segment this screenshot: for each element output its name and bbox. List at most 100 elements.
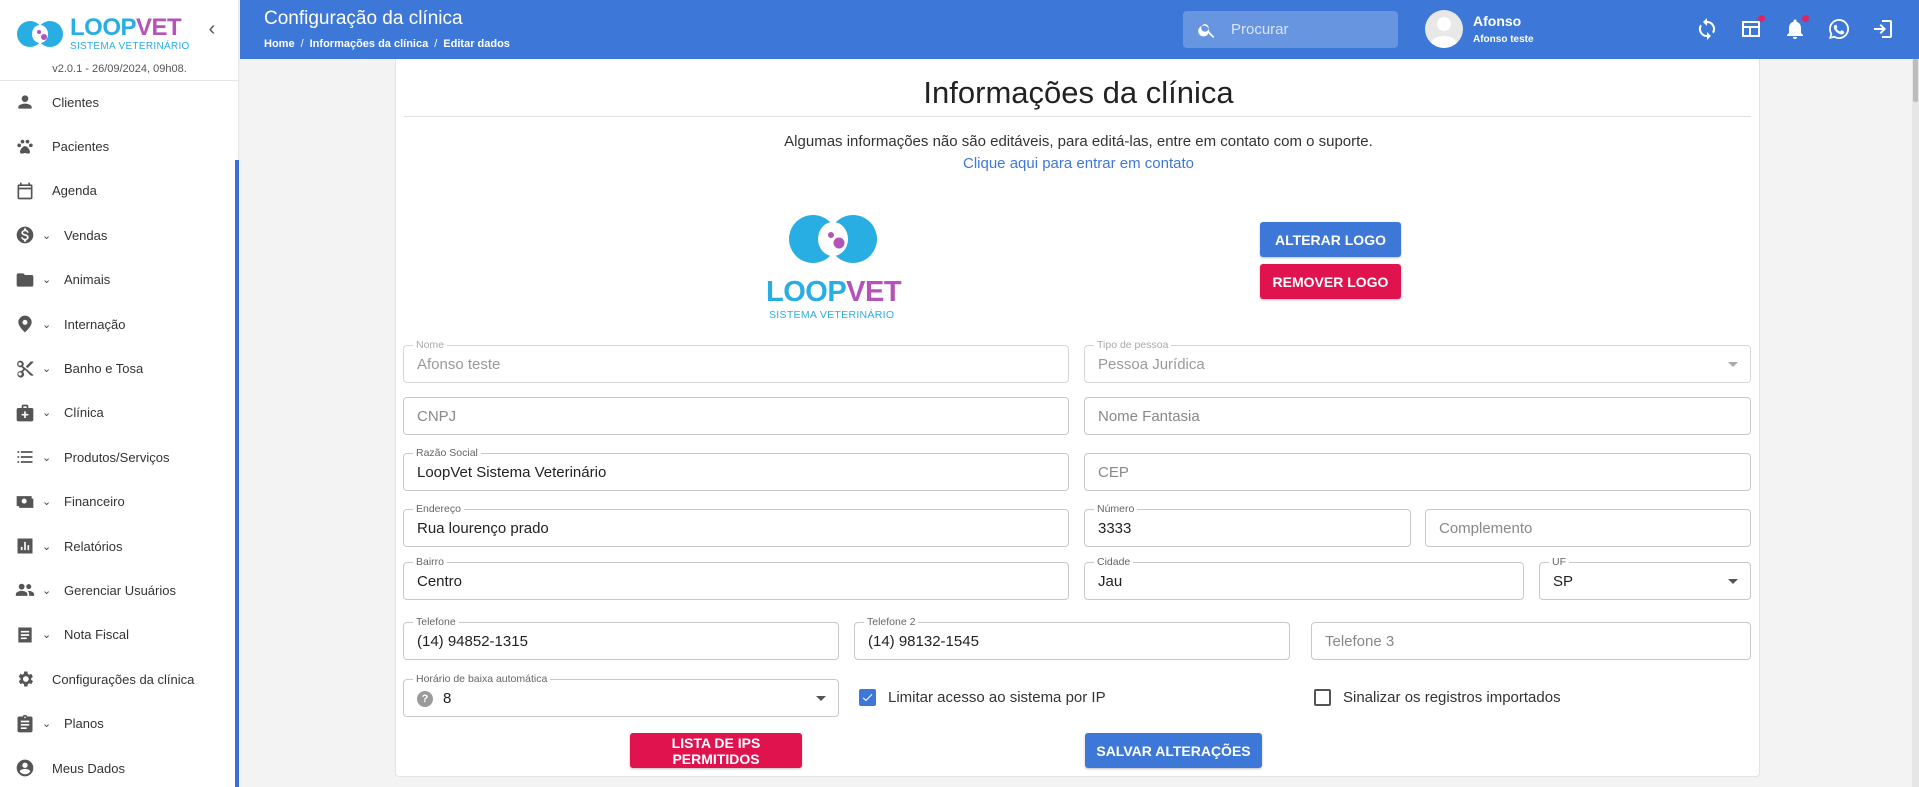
nome-fantasia-field[interactable]: Nome Fantasia xyxy=(1084,397,1751,435)
bar-chart-icon xyxy=(14,535,36,557)
brand-logo[interactable]: LOOPVET SISTEMA VETERINÁRIO xyxy=(14,14,190,54)
sidebar-item-nota-fiscal[interactable]: ⌄ Nota Fiscal xyxy=(0,613,235,657)
endereco-value: Rua lourenço prado xyxy=(417,520,549,537)
horario-baixa-select[interactable]: Horário de baixa automática ? 8 xyxy=(403,673,839,717)
gear-icon xyxy=(14,668,36,690)
whatsapp-button[interactable] xyxy=(1827,17,1851,41)
sidebar-item-agenda[interactable]: Agenda xyxy=(0,169,235,213)
chevron-down-icon: ⌄ xyxy=(42,540,52,553)
receipt-icon xyxy=(14,624,36,646)
sidebar-item-label: Vendas xyxy=(64,227,108,243)
endereco-field[interactable]: Endereço Rua lourenço prado xyxy=(403,503,1069,547)
sidebar-item-label: Banho e Tosa xyxy=(64,361,144,377)
sidebar-item-internacao[interactable]: ⌄ Internação xyxy=(0,302,235,346)
cnpj-field[interactable]: CNPJ xyxy=(403,397,1069,435)
change-logo-button[interactable]: ALTERAR LOGO xyxy=(1260,222,1401,257)
complemento-field[interactable]: Complemento xyxy=(1425,509,1751,547)
sidebar-item-banho-e-tosa[interactable]: ⌄ Banho e Tosa xyxy=(0,346,235,390)
razao-social-field[interactable]: Razão Social LoopVet Sistema Veterinário xyxy=(403,447,1069,491)
logo-loop-text: LOOP xyxy=(766,276,847,308)
sidebar-item-vendas[interactable]: ⌄ Vendas xyxy=(0,213,235,257)
nome-fantasia-placeholder: Nome Fantasia xyxy=(1098,408,1200,425)
uf-label: UF xyxy=(1549,556,1569,568)
page-scrollbar-thumb[interactable] xyxy=(1913,59,1918,102)
nome-label: Nome xyxy=(413,339,448,351)
sinalizar-checkbox[interactable]: Sinalizar os registros importados xyxy=(1314,689,1561,706)
bairro-label: Bairro xyxy=(413,556,448,568)
user-name: Afonso xyxy=(1473,13,1522,29)
checkbox-unchecked-icon[interactable] xyxy=(1314,689,1331,706)
clinic-logo: LOOPVET SISTEMA VETERINÁRIO xyxy=(766,209,906,324)
sidebar-item-animais[interactable]: ⌄ Animais xyxy=(0,258,235,302)
telefone2-value: (14) 98132-1545 xyxy=(868,633,979,650)
user-menu[interactable]: Afonso Afonso teste xyxy=(1425,10,1534,48)
breadcrumb: Home / Informações da clínica / Editar d… xyxy=(264,38,510,50)
bairro-field[interactable]: Bairro Centro xyxy=(403,556,1069,600)
sidebar-item-label: Planos xyxy=(64,716,104,732)
telefone3-field[interactable]: Telefone 3 xyxy=(1311,622,1751,660)
sidebar-item-meus-dados[interactable]: Meus Dados xyxy=(0,746,235,787)
brand-tagline: SISTEMA VETERINÁRIO xyxy=(70,41,190,52)
money-icon xyxy=(14,491,36,513)
notification-dot xyxy=(1802,15,1809,22)
sidebar-item-produtos-servicos[interactable]: ⌄ Produtos/Serviços xyxy=(0,435,235,479)
sidebar-scrollbar[interactable] xyxy=(235,160,239,787)
tipo-pessoa-select[interactable]: Tipo de pessoa Pessoa Jurídica xyxy=(1084,339,1751,383)
logout-icon xyxy=(1874,20,1892,38)
paw-icon xyxy=(14,136,36,158)
dropdown-arrow-icon xyxy=(1728,579,1738,584)
breadcrumb-informacoes[interactable]: Informações da clínica xyxy=(310,38,429,50)
notifications-button[interactable] xyxy=(1783,15,1809,41)
uf-select[interactable]: UF SP xyxy=(1539,556,1751,600)
location-pin-icon xyxy=(14,313,36,335)
uf-value: SP xyxy=(1553,573,1574,590)
search-input[interactable] xyxy=(1231,21,1391,38)
sidebar-item-label: Produtos/Serviços xyxy=(64,449,170,465)
nome-field[interactable]: Nome Afonso teste xyxy=(403,339,1069,383)
user-avatar-icon xyxy=(1430,17,1458,48)
sidebar-item-gerenciar-usuarios[interactable]: ⌄ Gerenciar Usuários xyxy=(0,568,235,612)
ips-list-button[interactable]: LISTA DE IPS PERMITIDOS xyxy=(630,733,802,768)
cep-field[interactable]: CEP xyxy=(1084,453,1751,491)
sidebar-item-financeiro[interactable]: ⌄ Financeiro xyxy=(0,480,235,524)
news-button[interactable] xyxy=(1739,15,1765,41)
logout-button[interactable] xyxy=(1871,17,1895,41)
collapse-sidebar-button[interactable]: ‹ xyxy=(203,18,221,40)
avatar[interactable] xyxy=(1425,10,1463,48)
cidade-field[interactable]: Cidade Jau xyxy=(1084,556,1524,600)
numero-field[interactable]: Número 3333 xyxy=(1084,503,1411,547)
sidebar-item-configuracoes-da-clinica[interactable]: Configurações da clínica xyxy=(0,657,235,701)
sidebar-item-label: Internação xyxy=(64,316,126,332)
card-title: Informações da clínica xyxy=(923,75,1234,110)
whatsapp-icon xyxy=(1829,18,1850,39)
sidebar-item-relatorios[interactable]: ⌄ Relatórios xyxy=(0,524,235,568)
limitar-ip-checkbox[interactable]: Limitar acesso ao sistema por IP xyxy=(859,689,1106,706)
sidebar-item-pacientes[interactable]: Pacientes xyxy=(0,124,235,168)
chevron-down-icon: ⌄ xyxy=(42,407,52,420)
contact-support-link[interactable]: Clique aqui para entrar em contato xyxy=(396,155,1761,172)
search-icon xyxy=(1198,23,1215,38)
sidebar-item-label: Gerenciar Usuários xyxy=(64,582,176,598)
sidebar-item-clinica[interactable]: ⌄ Clínica xyxy=(0,391,235,435)
sync-button[interactable] xyxy=(1695,17,1719,41)
breadcrumb-home[interactable]: Home xyxy=(264,38,295,50)
cep-placeholder: CEP xyxy=(1098,464,1129,481)
razao-social-value: LoopVet Sistema Veterinário xyxy=(417,464,607,481)
remove-logo-button[interactable]: REMOVER LOGO xyxy=(1260,264,1401,299)
telefone2-field[interactable]: Telefone 2 (14) 98132-1545 xyxy=(854,616,1290,660)
page-scrollbar[interactable] xyxy=(1912,59,1919,787)
checkbox-checked-icon[interactable] xyxy=(859,689,876,706)
clinic-info-card: Informações da clínica Algumas informaçõ… xyxy=(395,59,1760,777)
list-icon xyxy=(14,446,36,468)
telefone-field[interactable]: Telefone (14) 94852-1315 xyxy=(403,616,839,660)
bairro-value: Centro xyxy=(417,573,463,590)
help-icon[interactable]: ? xyxy=(417,691,433,707)
sidebar-item-clientes[interactable]: Clientes xyxy=(0,80,235,124)
brand-loop-text: LOOP xyxy=(70,14,137,41)
sidebar-item-label: Meus Dados xyxy=(52,760,125,776)
sidebar-item-planos[interactable]: ⌄ Planos xyxy=(0,701,235,745)
sidebar-item-label: Pacientes xyxy=(52,139,110,155)
save-button[interactable]: SALVAR ALTERAÇÕES xyxy=(1085,733,1262,768)
sidebar-item-label: Nota Fiscal xyxy=(64,627,130,643)
search-box[interactable] xyxy=(1183,11,1398,48)
